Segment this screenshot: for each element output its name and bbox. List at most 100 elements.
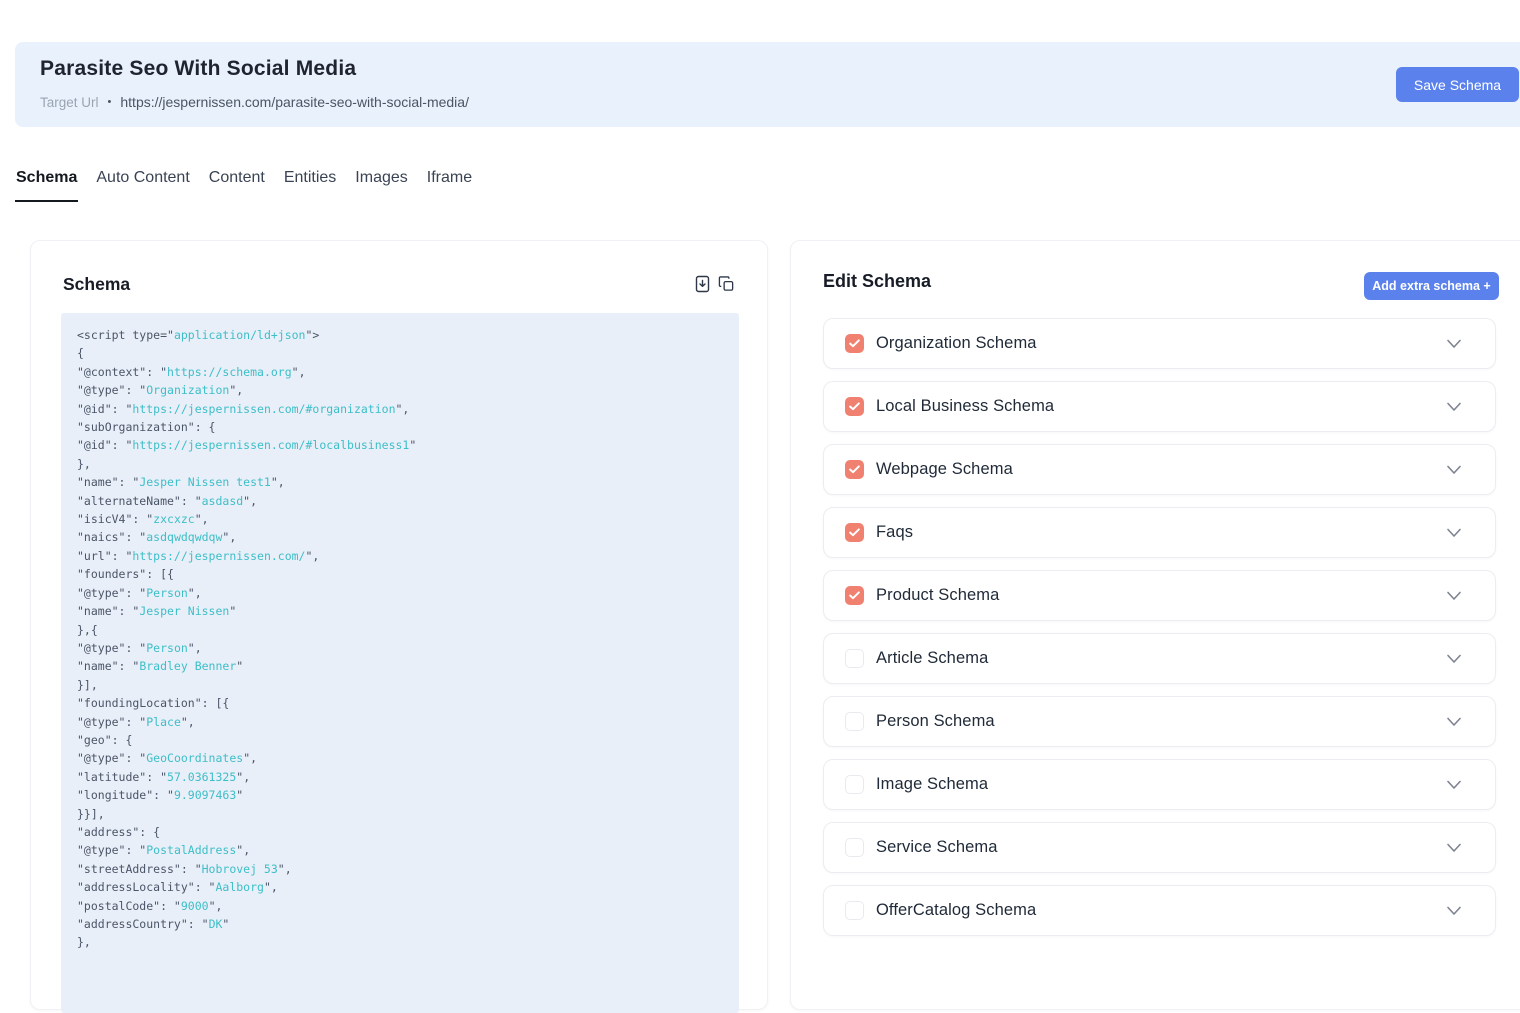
chevron-down-icon[interactable] bbox=[1441, 588, 1467, 604]
chevron-down-icon[interactable] bbox=[1441, 336, 1467, 352]
code-line: "founders": [{ bbox=[77, 565, 723, 583]
code-line: "@id": "https://jespernissen.com/#localb… bbox=[77, 436, 723, 454]
code-line: "@type": "Person", bbox=[77, 639, 723, 657]
checkbox-checked[interactable] bbox=[845, 586, 864, 605]
code-line: "subOrganization": { bbox=[77, 418, 723, 436]
code-line: }], bbox=[77, 676, 723, 694]
code-line: "@context": "https://schema.org", bbox=[77, 363, 723, 381]
chevron-down-icon[interactable] bbox=[1441, 651, 1467, 667]
accordion-offercatalog-schema[interactable]: OfferCatalog Schema bbox=[823, 885, 1496, 936]
accordion-label: Local Business Schema bbox=[876, 397, 1054, 416]
code-line: "@type": "Place", bbox=[77, 713, 723, 731]
code-actions bbox=[693, 275, 735, 293]
code-line: "postalCode": "9000", bbox=[77, 897, 723, 915]
edit-schema-title: Edit Schema bbox=[823, 271, 931, 292]
code-line: "geo": { bbox=[77, 731, 723, 749]
checkbox-unchecked[interactable] bbox=[845, 649, 864, 668]
accordion-product-schema[interactable]: Product Schema bbox=[823, 570, 1496, 621]
code-line: "alternateName": "asdasd", bbox=[77, 492, 723, 510]
chevron-down-icon[interactable] bbox=[1441, 903, 1467, 919]
chevron-down-icon[interactable] bbox=[1441, 462, 1467, 478]
accordion-article-schema[interactable]: Article Schema bbox=[823, 633, 1496, 684]
accordion-webpage-schema[interactable]: Webpage Schema bbox=[823, 444, 1496, 495]
page-title: Parasite Seo With Social Media bbox=[40, 57, 356, 81]
check-icon bbox=[849, 402, 860, 411]
chevron-down-icon[interactable] bbox=[1441, 525, 1467, 541]
chevron-down-icon[interactable] bbox=[1441, 399, 1467, 415]
check-icon bbox=[849, 528, 860, 537]
save-schema-button[interactable]: Save Schema bbox=[1396, 67, 1519, 102]
header-band: Parasite Seo With Social Media Target Ur… bbox=[15, 42, 1520, 127]
target-url-label: Target Url bbox=[40, 95, 99, 110]
accordion-person-schema[interactable]: Person Schema bbox=[823, 696, 1496, 747]
schema-accordion-list: Organization Schema Local Business Schema… bbox=[823, 318, 1496, 948]
code-line: "address": { bbox=[77, 823, 723, 841]
download-file-icon[interactable] bbox=[693, 275, 711, 293]
tab-iframe[interactable]: Iframe bbox=[426, 167, 473, 202]
accordion-organization-schema[interactable]: Organization Schema bbox=[823, 318, 1496, 369]
code-line: "latitude": "57.0361325", bbox=[77, 768, 723, 786]
code-line: <script type="application/ld+json"> bbox=[77, 326, 723, 344]
code-line: "name": "Jesper Nissen test1", bbox=[77, 473, 723, 491]
checkbox-unchecked[interactable] bbox=[845, 775, 864, 794]
code-line: "@type": "Organization", bbox=[77, 381, 723, 399]
code-line: "isicV4": "zxcxzc", bbox=[77, 510, 723, 528]
code-line: }, bbox=[77, 933, 723, 951]
schema-card: Schema <script type="application/ld+json… bbox=[30, 240, 768, 1010]
code-line: "@type": "GeoCoordinates", bbox=[77, 749, 723, 767]
accordion-label: Person Schema bbox=[876, 712, 995, 731]
accordion-label: Product Schema bbox=[876, 586, 999, 605]
accordion-label: Article Schema bbox=[876, 649, 988, 668]
edit-schema-panel: Edit Schema Add extra schema + Organizat… bbox=[790, 240, 1520, 1010]
tab-content[interactable]: Content bbox=[208, 167, 266, 202]
code-line: "@id": "https://jespernissen.com/#organi… bbox=[77, 400, 723, 418]
code-line: "@type": "PostalAddress", bbox=[77, 841, 723, 859]
accordion-label: Webpage Schema bbox=[876, 460, 1013, 479]
bullet-separator: • bbox=[108, 96, 112, 108]
checkbox-checked[interactable] bbox=[845, 334, 864, 353]
checkbox-unchecked[interactable] bbox=[845, 901, 864, 920]
tab-schema[interactable]: Schema bbox=[15, 167, 78, 202]
target-url: https://jespernissen.com/parasite-seo-wi… bbox=[120, 94, 469, 110]
tabs-bar: Schema Auto Content Content Entities Images I… bbox=[15, 167, 473, 202]
checkbox-checked[interactable] bbox=[845, 523, 864, 542]
check-icon bbox=[849, 465, 860, 474]
accordion-faqs[interactable]: Faqs bbox=[823, 507, 1496, 558]
accordion-image-schema[interactable]: Image Schema bbox=[823, 759, 1496, 810]
code-line: "naics": "asdqwdqwdqw", bbox=[77, 528, 723, 546]
code-line: "streetAddress": "Hobrovej 53", bbox=[77, 860, 723, 878]
code-line: "name": "Bradley Benner" bbox=[77, 657, 723, 675]
checkbox-checked[interactable] bbox=[845, 460, 864, 479]
code-line: }, bbox=[77, 455, 723, 473]
accordion-label: Faqs bbox=[876, 523, 913, 542]
add-extra-schema-button[interactable]: Add extra schema + bbox=[1364, 272, 1499, 300]
code-line: },{ bbox=[77, 621, 723, 639]
tab-images[interactable]: Images bbox=[354, 167, 408, 202]
copy-icon[interactable] bbox=[717, 275, 735, 293]
code-line: "foundingLocation": [{ bbox=[77, 694, 723, 712]
accordion-service-schema[interactable]: Service Schema bbox=[823, 822, 1496, 873]
checkbox-checked[interactable] bbox=[845, 397, 864, 416]
target-url-row: Target Url • https://jespernissen.com/pa… bbox=[40, 94, 469, 110]
chevron-down-icon[interactable] bbox=[1441, 777, 1467, 793]
code-line: { bbox=[77, 344, 723, 362]
code-line: "addressLocality": "Aalborg", bbox=[77, 878, 723, 896]
checkbox-unchecked[interactable] bbox=[845, 838, 864, 857]
accordion-local-business-schema[interactable]: Local Business Schema bbox=[823, 381, 1496, 432]
chevron-down-icon[interactable] bbox=[1441, 840, 1467, 856]
checkbox-unchecked[interactable] bbox=[845, 712, 864, 731]
code-line: "longitude": "9.9097463" bbox=[77, 786, 723, 804]
accordion-label: OfferCatalog Schema bbox=[876, 901, 1036, 920]
accordion-label: Organization Schema bbox=[876, 334, 1037, 353]
accordion-label: Image Schema bbox=[876, 775, 988, 794]
code-line: "@type": "Person", bbox=[77, 584, 723, 602]
tab-entities[interactable]: Entities bbox=[283, 167, 337, 202]
check-icon bbox=[849, 339, 860, 348]
code-line: }}], bbox=[77, 805, 723, 823]
chevron-down-icon[interactable] bbox=[1441, 714, 1467, 730]
check-icon bbox=[849, 591, 860, 600]
tab-auto-content[interactable]: Auto Content bbox=[95, 167, 190, 202]
schema-card-title: Schema bbox=[63, 274, 130, 295]
code-line: "addressCountry": "DK" bbox=[77, 915, 723, 933]
code-line: "name": "Jesper Nissen" bbox=[77, 602, 723, 620]
